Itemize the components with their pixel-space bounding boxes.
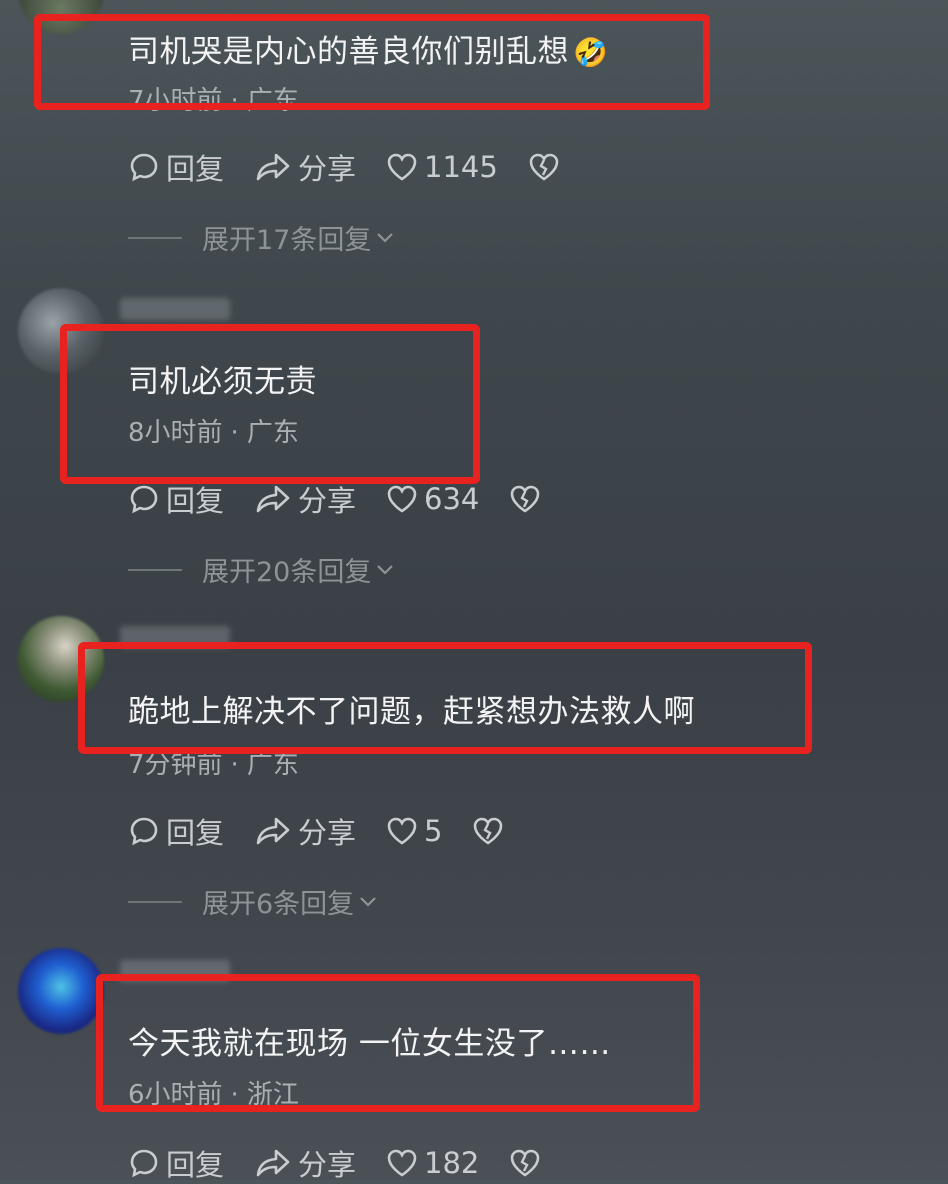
comment-text: 今天我就在现场 一位女生没了…… [128, 1026, 611, 1062]
chevron-down-icon [377, 232, 394, 243]
broken-heart-icon [474, 817, 503, 845]
like-count: 182 [424, 1146, 480, 1180]
broken-heart-icon [511, 485, 540, 513]
username-blurred [120, 626, 230, 648]
reply-button[interactable]: 回复 [128, 146, 224, 188]
broken-heart-icon [529, 153, 559, 181]
share-button[interactable]: 分享 [254, 1142, 356, 1184]
heart-icon [387, 817, 417, 845]
dislike-button[interactable] [472, 816, 510, 846]
share-icon [256, 817, 290, 845]
share-button[interactable]: 分享 [254, 478, 356, 520]
heart-icon [387, 153, 417, 181]
comment-meta: 7小时前 · 广东 [128, 86, 299, 116]
comment-actions: 回复 分享 634 [128, 478, 577, 520]
like-button[interactable]: 1145 [386, 150, 498, 184]
like-count: 5 [424, 814, 443, 848]
like-button[interactable]: 5 [386, 814, 442, 848]
username-blurred [120, 960, 230, 982]
comment-actions: 回复 分享 5 [128, 810, 540, 852]
avatar[interactable] [18, 948, 104, 1034]
comment-icon [130, 817, 158, 846]
reply-button[interactable]: 回复 [128, 1142, 224, 1184]
heart-icon [387, 485, 417, 513]
comment-actions: 回复 分享 1145 [128, 146, 596, 188]
comment-icon [130, 153, 158, 182]
comment-meta: 7分钟前 · 广东 [128, 750, 299, 780]
chevron-down-icon [377, 564, 394, 575]
comment-text: 司机哭是内心的善良你们别乱想 🤣 [128, 34, 609, 70]
comment-text: 跪地上解决不了问题，赶紧想办法救人啊 [128, 694, 695, 730]
divider [128, 236, 182, 239]
avatar[interactable] [18, 288, 104, 374]
reply-button[interactable]: 回复 [128, 478, 224, 520]
avatar[interactable] [18, 0, 104, 34]
like-button[interactable]: 182 [386, 1146, 479, 1180]
comment-icon [130, 485, 158, 514]
comment-actions: 回复 分享 182 [128, 1142, 577, 1184]
like-count: 634 [424, 482, 480, 516]
highlight-box [60, 324, 480, 484]
chevron-down-icon [360, 896, 376, 907]
comment-meta: 8小时前 · 广东 [128, 418, 299, 448]
rofl-emoji-icon: 🤣 [573, 36, 609, 69]
share-button[interactable]: 分享 [254, 810, 356, 852]
dislike-button[interactable] [509, 1148, 547, 1178]
expand-replies-button[interactable]: 展开17条回复 [128, 218, 395, 257]
expand-replies-button[interactable]: 展开6条回复 [128, 882, 378, 921]
avatar[interactable] [18, 616, 104, 702]
broken-heart-icon [511, 1149, 540, 1177]
share-button[interactable]: 分享 [254, 146, 356, 188]
like-count: 1145 [424, 150, 498, 184]
comment-icon [130, 1149, 158, 1178]
share-icon [256, 153, 290, 181]
divider [128, 900, 182, 903]
divider [128, 568, 182, 571]
share-icon [256, 1149, 290, 1177]
share-icon [256, 485, 290, 513]
expand-replies-button[interactable]: 展开20条回复 [128, 550, 395, 589]
like-button[interactable]: 634 [386, 482, 479, 516]
comment-text: 司机必须无责 [128, 364, 317, 400]
dislike-button[interactable] [528, 152, 566, 182]
comment-meta: 6小时前 · 浙江 [128, 1080, 299, 1110]
username-blurred [120, 298, 230, 320]
heart-icon [387, 1149, 417, 1177]
dislike-button[interactable] [509, 484, 547, 514]
reply-button[interactable]: 回复 [128, 810, 224, 852]
